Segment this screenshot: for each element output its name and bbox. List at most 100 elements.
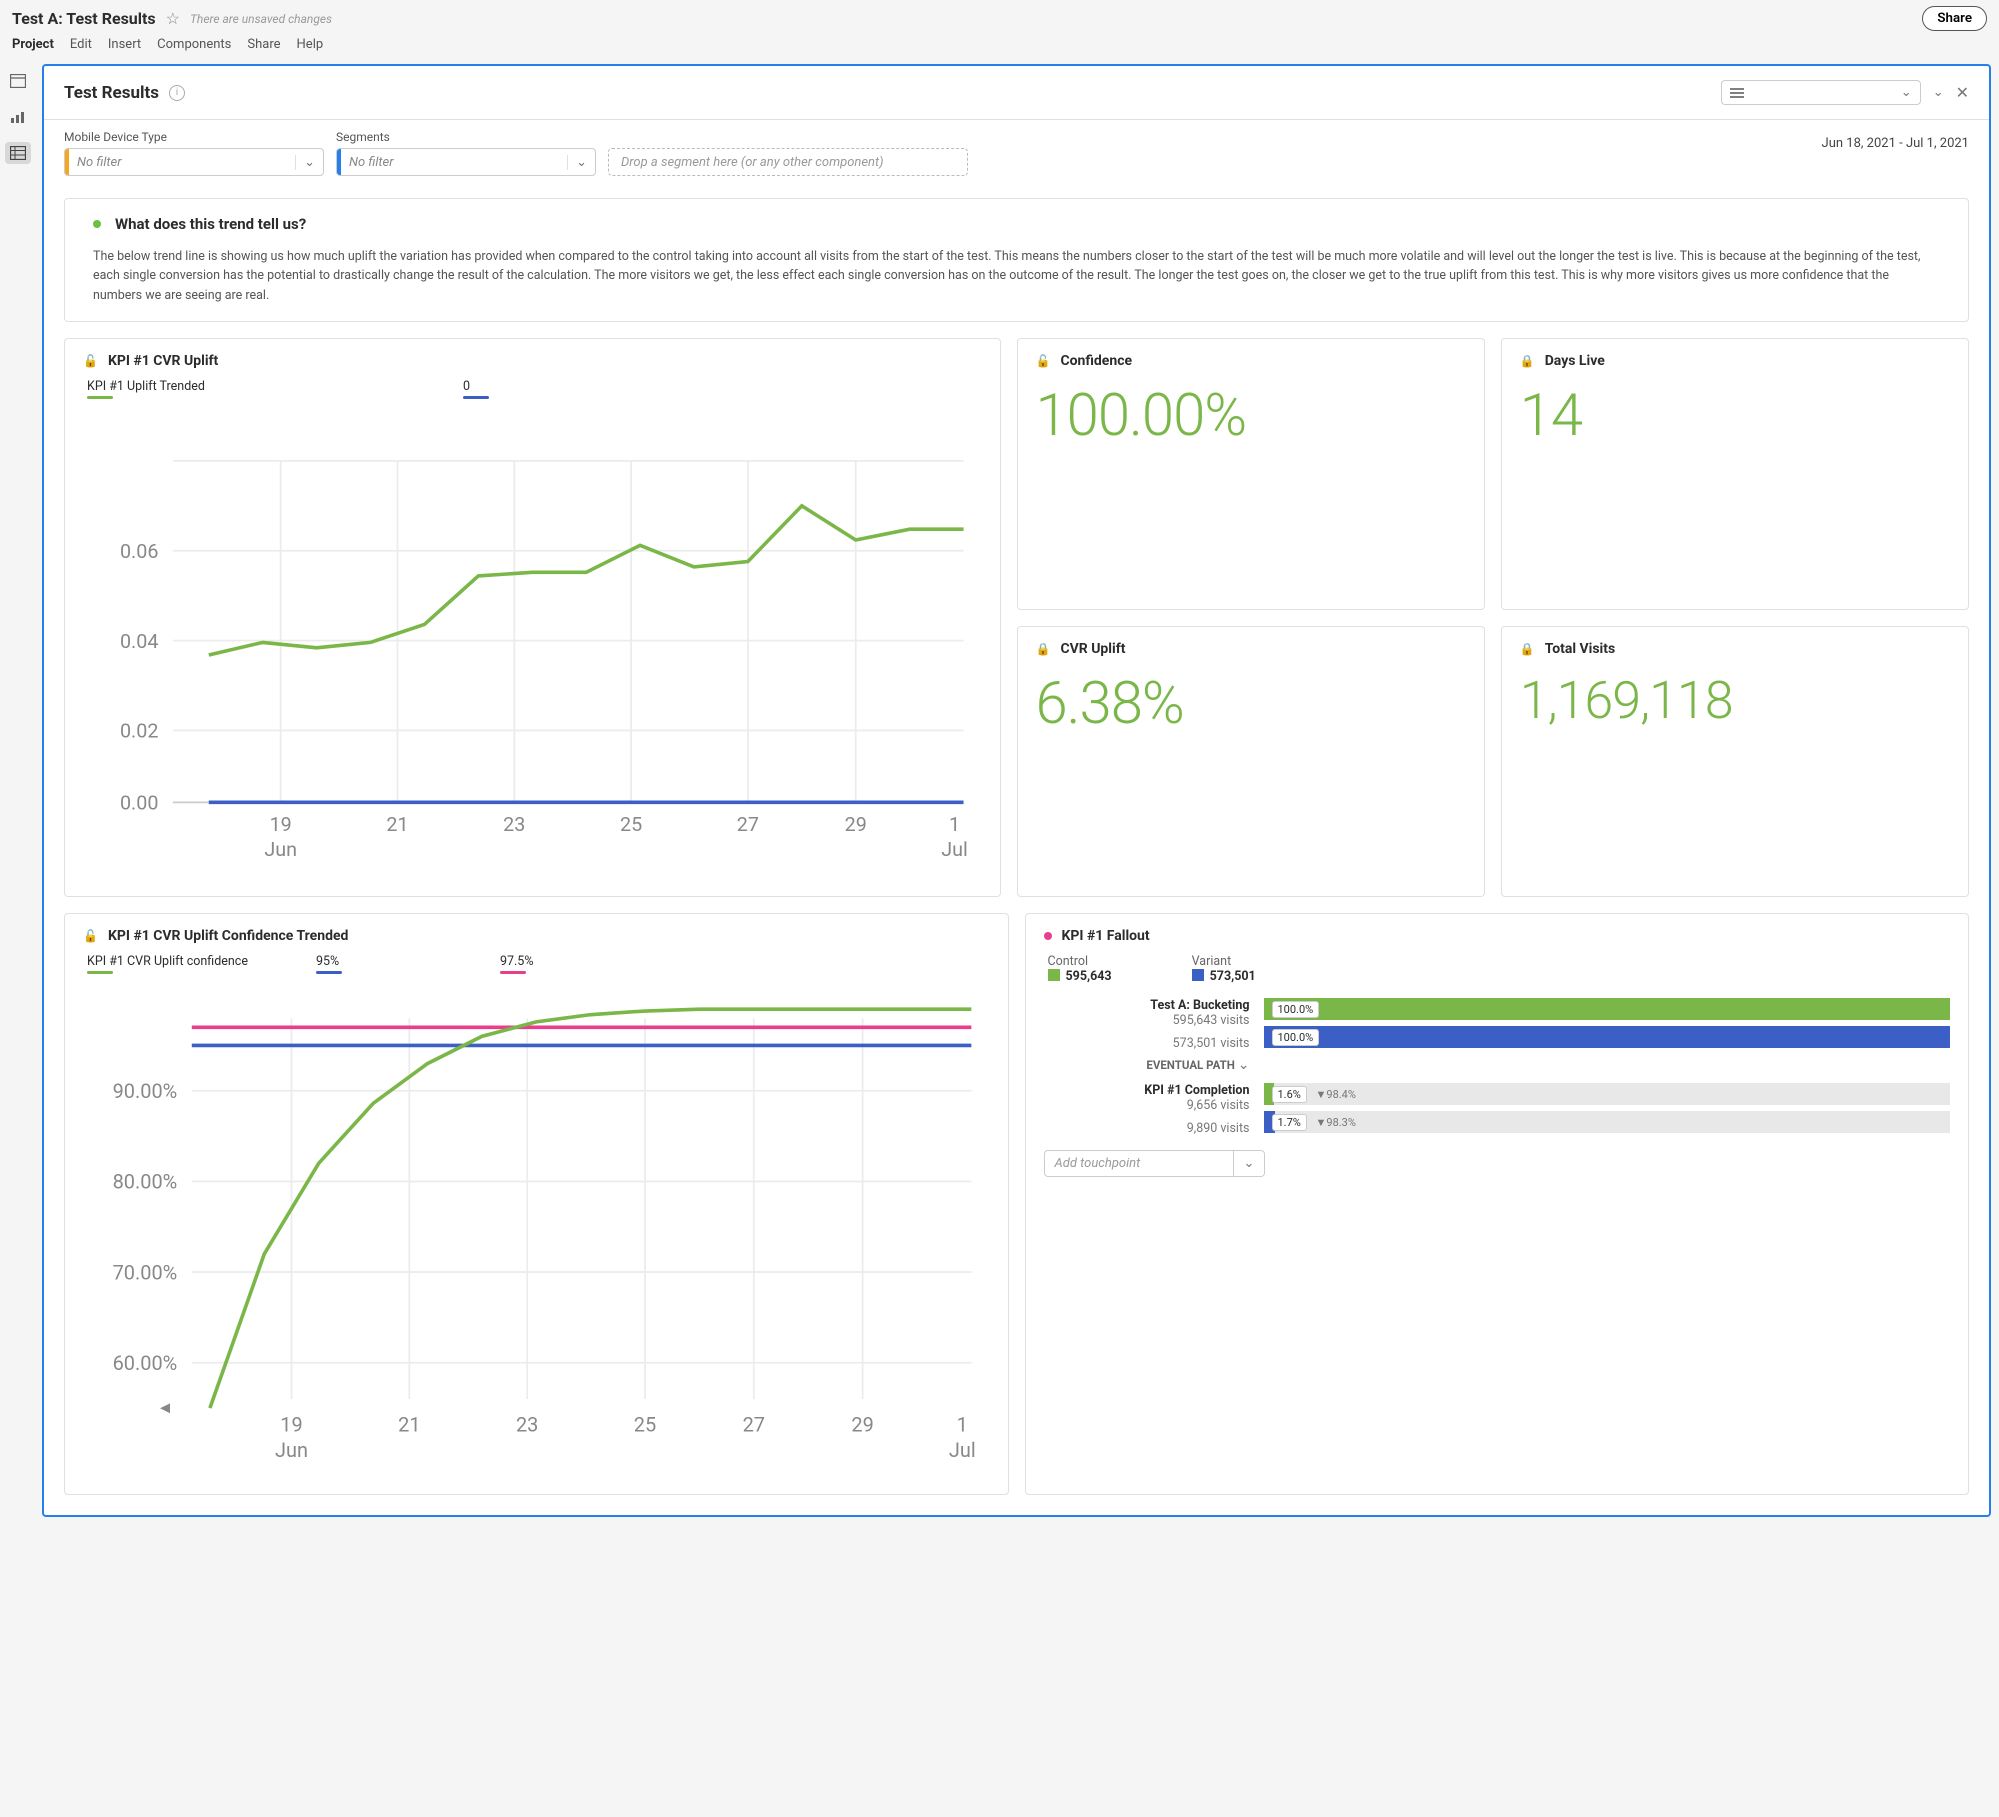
card-title: Confidence xyxy=(1060,353,1132,369)
rail-panel-icon[interactable] xyxy=(5,70,31,92)
fallout-step-title: Test A: Bucketing xyxy=(1044,998,1250,1013)
card-kpi-fallout: KPI #1 Fallout Control 595,643 Variant 5… xyxy=(1025,913,1970,1495)
fallout-step-control-visits: 9,656 visits xyxy=(1044,1098,1250,1113)
svg-text:60.00%: 60.00% xyxy=(113,1352,178,1375)
menu-edit[interactable]: Edit xyxy=(70,37,92,52)
card-title: KPI #1 CVR Uplift xyxy=(108,353,218,369)
bullet-icon xyxy=(93,220,101,228)
fallout-step-title: KPI #1 Completion xyxy=(1044,1083,1250,1098)
menu-project[interactable]: Project xyxy=(12,37,54,52)
metric-value: 1,169,118 xyxy=(1520,667,1950,731)
svg-text:21: 21 xyxy=(386,813,408,836)
rail-table-icon[interactable] xyxy=(5,142,31,164)
chevron-down-icon: ⌄ xyxy=(295,155,323,170)
chevron-down-icon: ⌄ xyxy=(567,155,595,170)
fallout-bar-pct: 1.7% xyxy=(1272,1114,1307,1131)
favorite-star-icon[interactable]: ☆ xyxy=(166,9,180,28)
add-touchpoint-dropdown[interactable]: ⌄ xyxy=(1234,1150,1266,1177)
fallout-step-variant-visits: 573,501 visits xyxy=(1044,1036,1250,1051)
card-cvr-uplift: 🔒CVR Uplift 6.38% xyxy=(1017,626,1485,898)
panel-collapse-chevron-icon[interactable]: ⌄ xyxy=(1933,85,1944,100)
legend-label: 0 xyxy=(463,379,489,394)
svg-text:0.06: 0.06 xyxy=(120,540,159,563)
legend-swatch-icon xyxy=(1192,969,1204,981)
svg-text:Jul: Jul xyxy=(949,1439,976,1462)
left-rail xyxy=(0,60,36,1525)
menu-components[interactable]: Components xyxy=(157,37,231,52)
filter-mobile-select[interactable]: No filter ⌄ xyxy=(64,148,324,176)
svg-text:25: 25 xyxy=(634,1414,656,1437)
svg-text:19: 19 xyxy=(270,813,292,836)
card-title: CVR Uplift xyxy=(1060,641,1125,657)
chevron-down-icon[interactable]: ⌄ xyxy=(1238,1057,1250,1073)
card-days-live: 🔒 Days Live 14 xyxy=(1501,338,1969,610)
lock-closed-icon: 🔒 xyxy=(1520,642,1535,656)
menu-insert[interactable]: Insert xyxy=(108,37,141,52)
legend-swatch-icon xyxy=(1048,969,1060,981)
callout-title: What does this trend tell us? xyxy=(115,215,306,233)
filter-segments-select[interactable]: No filter ⌄ xyxy=(336,148,596,176)
card-title: KPI #1 CVR Uplift Confidence Trended xyxy=(108,928,348,944)
menu-share[interactable]: Share xyxy=(247,37,280,52)
panel-close-icon[interactable]: ✕ xyxy=(1956,83,1969,102)
card-title: Days Live xyxy=(1545,353,1605,369)
metric-value: 14 xyxy=(1520,379,1950,449)
fallout-bar-drop: ▼98.3% xyxy=(1316,1116,1356,1129)
list-icon xyxy=(1730,88,1744,98)
card-total-visits: 🔒 Total Visits 1,169,118 xyxy=(1501,626,1969,898)
legend-swatch-icon xyxy=(316,971,342,974)
legend-swatch-icon xyxy=(500,971,526,974)
card-confidence-trend: 🔓KPI #1 CVR Uplift Confidence Trended KP… xyxy=(64,913,1009,1495)
date-range-label[interactable]: Jun 18, 2021 - Jul 1, 2021 xyxy=(1822,130,1969,151)
legend-label: KPI #1 Uplift Trended xyxy=(87,379,205,394)
panel-view-select[interactable]: ⌄ xyxy=(1721,80,1921,105)
svg-text:25: 25 xyxy=(620,813,642,836)
svg-text:27: 27 xyxy=(737,813,759,836)
svg-text:70.00%: 70.00% xyxy=(113,1262,178,1285)
eventual-path-toggle[interactable]: EVENTUAL PATH xyxy=(1146,1058,1235,1072)
trend-explanation-callout: What does this trend tell us? The below … xyxy=(64,198,1969,322)
legend-swatch-icon xyxy=(463,396,489,399)
svg-text:23: 23 xyxy=(516,1414,538,1437)
add-touchpoint-input[interactable]: Add touchpoint xyxy=(1044,1150,1234,1177)
fallout-variant-label: Variant xyxy=(1192,954,1256,969)
segment-drop-target[interactable]: Drop a segment here (or any other compon… xyxy=(608,148,968,176)
bullet-icon xyxy=(1044,932,1052,940)
svg-text:Jun: Jun xyxy=(275,1439,308,1462)
fallout-bar-pct: 1.6% xyxy=(1272,1086,1307,1103)
card-title: KPI #1 Fallout xyxy=(1062,928,1150,944)
chevron-down-icon: ⌄ xyxy=(1901,85,1912,100)
share-button[interactable]: Share xyxy=(1922,6,1987,31)
svg-text:27: 27 xyxy=(743,1414,765,1437)
svg-text:0.02: 0.02 xyxy=(120,720,159,743)
chevron-down-icon: ⌄ xyxy=(1244,1156,1255,1171)
legend-label: 95% xyxy=(316,954,342,969)
lock-closed-icon: 🔒 xyxy=(1036,642,1051,656)
fallout-bar-drop: ▼98.4% xyxy=(1316,1088,1356,1101)
fallout-control-value: 595,643 xyxy=(1066,969,1112,984)
svg-text:80.00%: 80.00% xyxy=(113,1171,178,1194)
card-title: Total Visits xyxy=(1545,641,1616,657)
fallout-step-control-visits: 595,643 visits xyxy=(1044,1013,1250,1028)
panel-title: Test Results xyxy=(64,83,159,103)
lock-open-icon: 🔓 xyxy=(83,929,98,943)
help-icon[interactable]: i xyxy=(169,85,185,101)
svg-text:◂: ◂ xyxy=(160,1396,170,1419)
menu-help[interactable]: Help xyxy=(297,37,324,52)
svg-text:Jun: Jun xyxy=(264,838,297,861)
lock-closed-icon: 🔒 xyxy=(1520,354,1535,368)
lock-open-icon: 🔓 xyxy=(1036,354,1051,368)
fallout-control-label: Control xyxy=(1048,954,1112,969)
card-kpi-cvr-uplift-trend: 🔓 KPI #1 CVR Uplift KPI #1 Uplift Trende… xyxy=(64,338,1001,897)
svg-text:19: 19 xyxy=(280,1414,302,1437)
fallout-step-variant-visits: 9,890 visits xyxy=(1044,1121,1250,1136)
svg-text:1: 1 xyxy=(957,1414,968,1437)
svg-text:0.04: 0.04 xyxy=(120,630,159,653)
rail-bar-chart-icon[interactable] xyxy=(5,106,31,128)
svg-text:90.00%: 90.00% xyxy=(113,1080,178,1103)
lock-open-icon: 🔓 xyxy=(83,354,98,368)
metric-value: 100.00% xyxy=(1036,379,1466,449)
filter-segments-label: Segments xyxy=(336,130,596,144)
svg-text:1: 1 xyxy=(949,813,960,836)
unsaved-changes-label: There are unsaved changes xyxy=(190,12,332,26)
